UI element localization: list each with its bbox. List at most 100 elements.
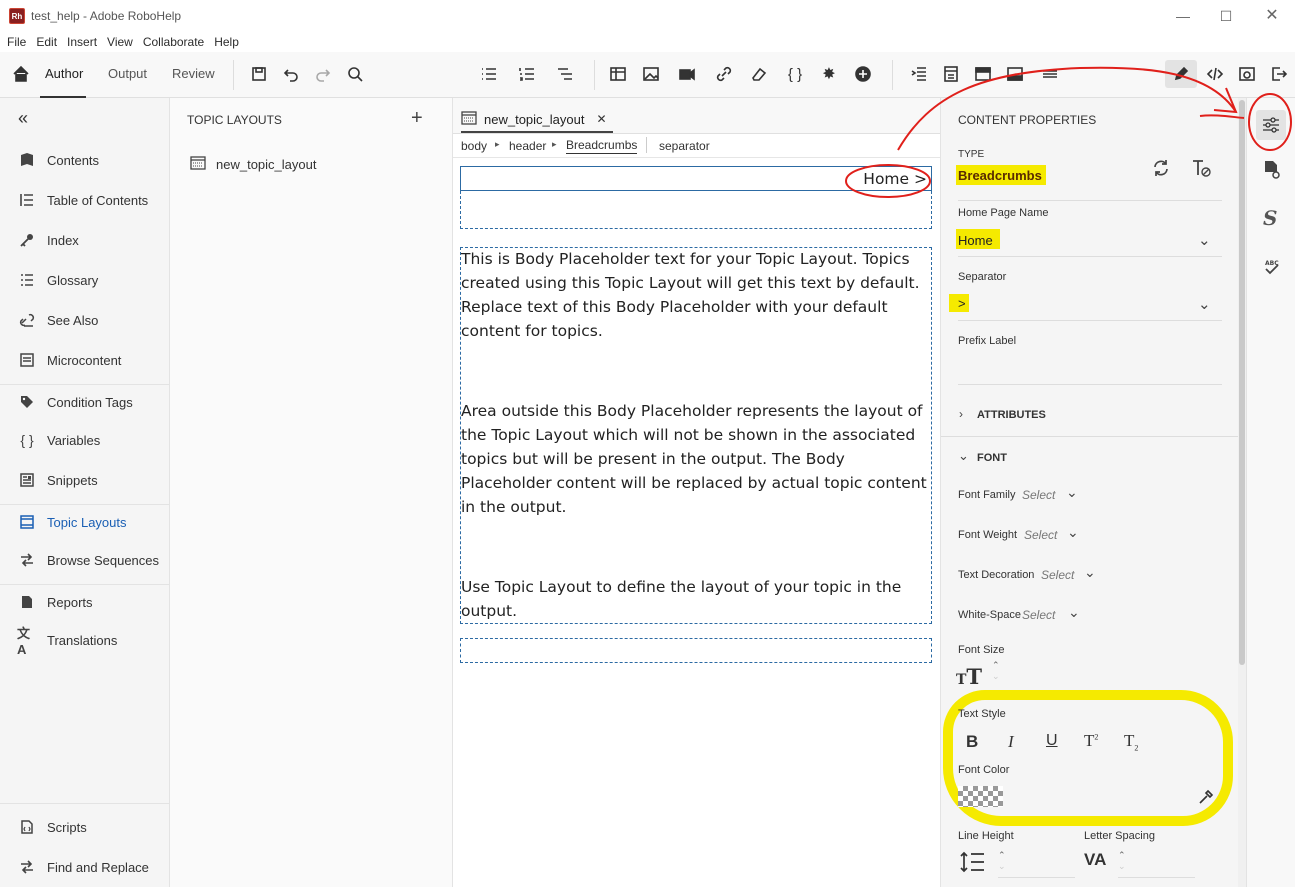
separator-value[interactable]: > — [958, 296, 966, 311]
nav-item-snippets[interactable]: Snippets — [0, 465, 169, 495]
save-icon[interactable] — [249, 64, 269, 84]
separator-icon[interactable] — [1040, 64, 1060, 84]
superscript-icon[interactable]: T2 — [1084, 731, 1098, 751]
close-icon[interactable]: ✕ — [1262, 6, 1282, 26]
undo-icon[interactable] — [281, 64, 301, 84]
close-tab-icon[interactable]: ✕ — [596, 112, 606, 126]
text-decoration-select[interactable]: Select — [1041, 568, 1074, 582]
insert-video-icon[interactable] — [677, 64, 697, 84]
chevron-down-icon[interactable]: ⌄ — [1198, 231, 1211, 249]
nav-item-translations[interactable]: 文A Translations — [0, 625, 169, 657]
crumb-breadcrumbs[interactable]: Breadcrumbs — [566, 138, 638, 154]
nav-item-index[interactable]: Index — [0, 225, 169, 255]
white-space-select[interactable]: Select — [1022, 608, 1055, 622]
bulleted-list-icon[interactable] — [479, 64, 499, 84]
insert-variable-icon[interactable]: { } — [785, 64, 805, 84]
add-icon[interactable] — [853, 64, 873, 84]
chevron-down-icon[interactable]: ⌄ — [1198, 295, 1211, 313]
underline-button[interactable]: U — [1046, 732, 1058, 750]
minimize-icon[interactable]: — — [1173, 6, 1193, 26]
body-placeholder[interactable]: This is Body Placeholder text for your T… — [460, 247, 932, 624]
nav-item-variables[interactable]: { } Variables — [0, 425, 169, 455]
chevron-down-icon[interactable]: ⌄ — [1067, 524, 1079, 541]
chevron-down-icon[interactable]: ⌄ — [958, 448, 969, 464]
nav-item-contents[interactable]: Contents — [0, 145, 169, 175]
chevron-down-icon[interactable]: ⌄ — [1084, 564, 1096, 581]
find-replace-icon[interactable] — [345, 64, 365, 84]
topic-properties-icon[interactable] — [1263, 160, 1281, 183]
nav-item-condition-tags[interactable]: Condition Tags — [0, 387, 169, 417]
indent-icon[interactable] — [909, 64, 929, 84]
clear-format-icon[interactable] — [749, 64, 769, 84]
maximize-icon[interactable]: ☐ — [1216, 6, 1236, 26]
refresh-icon[interactable] — [1151, 158, 1171, 181]
crumb-header[interactable]: header — [509, 139, 546, 153]
tab-output[interactable]: Output — [108, 66, 147, 81]
insert-table-icon[interactable] — [608, 64, 628, 84]
editor-tab[interactable]: new_topic_layout ✕ — [461, 106, 607, 132]
redo-icon[interactable] — [313, 64, 333, 84]
layout-header-icon[interactable] — [973, 64, 993, 84]
chevron-down-icon[interactable]: ⌄ — [1066, 484, 1078, 501]
attributes-section[interactable]: ATTRIBUTES — [977, 409, 1046, 421]
menu-edit[interactable]: Edit — [36, 35, 57, 49]
preview-icon[interactable] — [1237, 64, 1257, 84]
footer-region[interactable] — [460, 638, 932, 663]
font-size-stepper[interactable]: ⌃ ⌄ — [992, 660, 1000, 682]
menu-help[interactable]: Help — [214, 35, 239, 49]
menu-file[interactable]: File — [7, 35, 26, 49]
nav-item-toc[interactable]: Table of Contents — [0, 185, 169, 215]
scrollbar-thumb[interactable] — [1239, 100, 1245, 665]
breadcrumb-home-link[interactable]: Home > — [863, 167, 927, 191]
nav-item-see-also[interactable]: See Also — [0, 305, 169, 335]
layout-list-item[interactable]: new_topic_layout — [190, 153, 430, 175]
source-code-icon[interactable] — [1205, 64, 1225, 84]
line-height-stepper[interactable]: ⌃ ⌄ — [998, 850, 1006, 872]
letter-spacing-input[interactable] — [1118, 877, 1195, 878]
nav-item-microcontent[interactable]: Microcontent — [0, 345, 169, 375]
font-family-select[interactable]: Select — [1022, 488, 1055, 502]
font-section[interactable]: FONT — [977, 452, 1007, 464]
numbered-list-icon[interactable] — [517, 64, 537, 84]
export-icon[interactable] — [1269, 64, 1289, 84]
font-weight-select[interactable]: Select — [1024, 528, 1057, 542]
subscript-icon[interactable]: T2 — [1124, 731, 1138, 752]
home-page-name-value[interactable]: Home — [958, 233, 993, 248]
insert-special-icon[interactable]: ✸ — [819, 64, 839, 84]
nav-item-browse-sequences[interactable]: Browse Sequences — [0, 545, 169, 575]
chevron-right-icon[interactable]: › — [959, 407, 963, 421]
font-color-swatch[interactable] — [958, 786, 1003, 807]
nav-item-scripts[interactable]: Scripts — [0, 812, 169, 842]
prefix-label-input[interactable] — [958, 384, 1222, 385]
insert-link-icon[interactable] — [714, 64, 734, 84]
eyedropper-icon[interactable] — [1197, 788, 1215, 809]
crumb-body[interactable]: body — [461, 139, 487, 153]
header-footer-icon[interactable] — [941, 64, 961, 84]
spell-check-icon[interactable]: ABC — [1263, 258, 1281, 279]
content-properties-icon[interactable] — [1256, 110, 1286, 140]
properties-scrollbar[interactable] — [1238, 98, 1246, 887]
nav-item-find-and-replace[interactable]: Find and Replace — [0, 852, 169, 882]
crumb-separator-element[interactable]: separator — [659, 139, 710, 153]
breadcrumbs-element[interactable]: Home > — [460, 166, 932, 191]
nav-item-reports[interactable]: Reports — [0, 587, 169, 617]
collapse-panel-icon[interactable]: « — [18, 108, 28, 129]
nav-item-topic-layouts[interactable]: Topic Layouts — [0, 507, 169, 537]
tab-author[interactable]: Author — [45, 66, 83, 81]
layout-footer-icon[interactable] — [1005, 64, 1025, 84]
clear-style-icon[interactable] — [1191, 158, 1213, 181]
tab-review[interactable]: Review — [172, 66, 215, 81]
add-layout-button[interactable]: + — [411, 107, 423, 130]
letter-spacing-stepper[interactable]: ⌃ ⌄ — [1118, 850, 1126, 872]
nav-item-glossary[interactable]: Glossary — [0, 265, 169, 295]
multilevel-list-icon[interactable] — [555, 64, 575, 84]
bold-button[interactable]: B — [966, 732, 978, 752]
menu-insert[interactable]: Insert — [67, 35, 97, 49]
edit-mode-icon[interactable] — [1165, 60, 1197, 88]
insert-image-icon[interactable] — [641, 64, 661, 84]
menu-collaborate[interactable]: Collaborate — [143, 35, 204, 49]
italic-button[interactable]: I — [1008, 732, 1014, 752]
chevron-down-icon[interactable]: ⌄ — [1068, 604, 1080, 621]
styles-icon[interactable]: S — [1263, 206, 1277, 230]
menu-view[interactable]: View — [107, 35, 133, 49]
